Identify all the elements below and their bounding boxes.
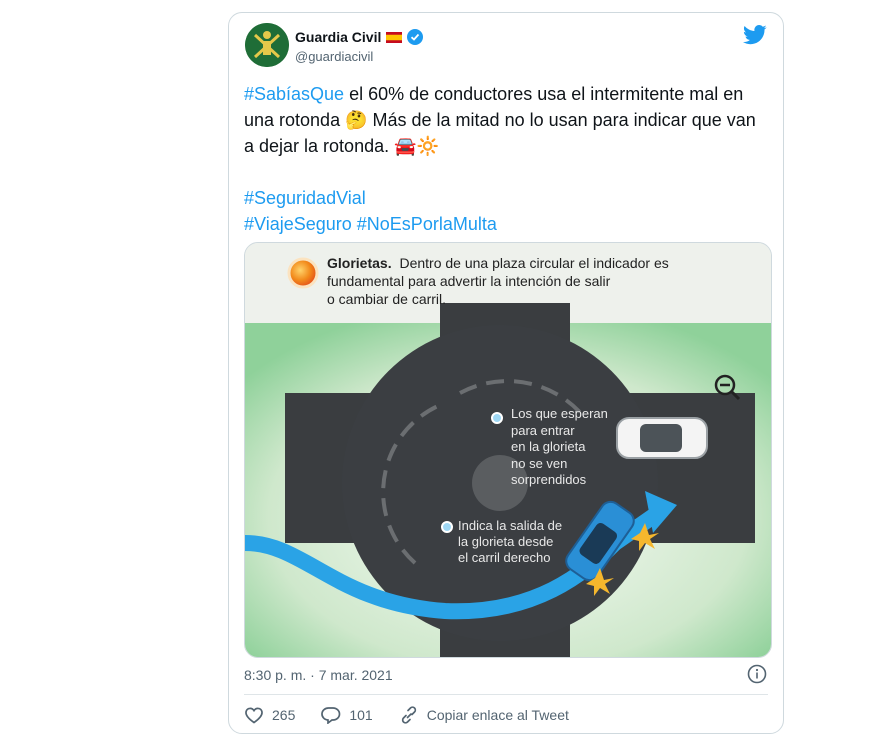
guardia-civil-emblem-icon [245,23,289,67]
svg-text:Glorietas. Dentro de u: Glorietas. Dentro de una plaza circular … [327,255,669,271]
sun-emoji: 🔆 [416,136,439,156]
hashtag-sabiasque[interactable]: #SabíasQue [244,84,344,104]
twitter-bird-icon[interactable] [743,25,767,50]
copy-link-label: Copiar enlace al Tweet [426,707,569,723]
spain-flag [386,31,403,43]
handle[interactable]: @guardiacivil [295,49,373,64]
tweet-actions: 265 101 Copiar enlace al Tweet [244,706,595,724]
hashtag-noesporlamulta[interactable]: #NoEsPorlaMulta [357,214,497,234]
infographic-title: Glorietas. [327,255,392,271]
infographic-desc-2: fundamental para advertir la intención d… [327,273,611,289]
tweet-card: Guardia Civil @guardiacivil #SabíasQue e… [228,12,784,734]
infographic-desc-3: o cambiar de carril. [327,291,446,307]
copy-link-button[interactable]: Copiar enlace al Tweet [399,706,569,724]
tweet-text: #SabíasQue el 60% de conductores usa el … [244,81,764,237]
heart-icon [245,707,263,724]
thinking-emoji: 🤔 [345,110,368,130]
car-emoji: 🚘 [394,136,417,156]
reply-button[interactable]: 101 [321,706,373,724]
reply-icon [321,707,341,724]
avatar[interactable] [245,23,289,67]
label-exit-indication: Indica la salida de la glorieta desde el… [458,518,566,565]
infographic-desc-1: Dentro de una plaza circular el indicado… [399,255,668,271]
verified-badge-icon [407,29,424,45]
name-row: Guardia Civil [295,29,424,45]
hashtag-viajeseguro[interactable]: #ViajeSeguro [244,214,352,234]
tweet-timestamp[interactable]: 8:30 p. m. · 7 mar. 2021 [244,667,393,683]
info-icon[interactable] [747,664,767,689]
hashtag-seguridadvial[interactable]: #SeguridadVial [244,188,366,208]
roundabout-infographic: Glorietas. Dentro de una plaza circular … [245,243,771,657]
indicator-light-icon [287,257,319,289]
white-car [616,417,708,459]
like-count: 265 [272,707,296,723]
reply-count: 101 [349,707,373,723]
display-name[interactable]: Guardia Civil [295,29,381,45]
divider [244,694,768,695]
link-icon [401,706,416,724]
like-button[interactable]: 265 [244,706,295,724]
tweet-media-image[interactable]: Glorietas. Dentro de una plaza circular … [244,242,772,658]
